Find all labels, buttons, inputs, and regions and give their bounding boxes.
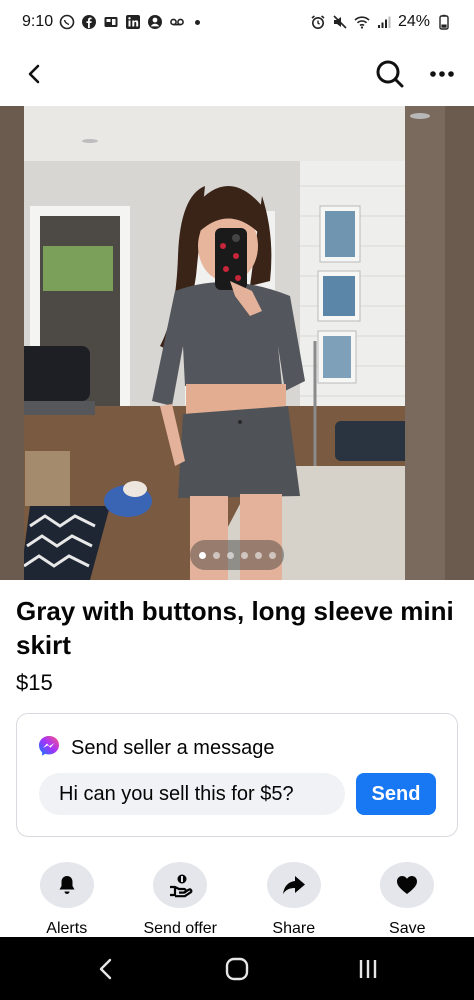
carousel-dot[interactable] bbox=[268, 551, 276, 559]
bell-icon bbox=[39, 862, 94, 908]
linkedin-icon bbox=[125, 14, 141, 30]
listing-title: Gray with buttons, long sleeve mini skir… bbox=[16, 596, 454, 660]
nav-back-icon[interactable] bbox=[76, 944, 136, 994]
send-offer-label: Send offer bbox=[143, 920, 218, 937]
sim-icon bbox=[103, 14, 119, 30]
wifi-icon bbox=[354, 14, 370, 30]
share-icon bbox=[266, 862, 321, 908]
listing-photo[interactable] bbox=[0, 106, 474, 580]
messenger-icon bbox=[37, 734, 61, 763]
alerts-label: Alerts bbox=[46, 920, 88, 937]
battery-icon bbox=[436, 14, 452, 30]
listing-price: $15 bbox=[16, 670, 53, 695]
save-label: Save bbox=[389, 920, 426, 937]
nav-home-icon[interactable] bbox=[207, 944, 267, 994]
status-left: 9:10 bbox=[22, 13, 201, 31]
back-arrow-icon[interactable] bbox=[16, 56, 52, 92]
message-card-title: Send seller a message bbox=[71, 737, 275, 759]
notification-dot bbox=[195, 19, 201, 25]
photo-scene bbox=[0, 106, 474, 580]
app-header bbox=[0, 44, 474, 104]
status-bar: 9:10 24% bbox=[0, 0, 474, 44]
account-icon bbox=[147, 14, 163, 30]
listing-actions: Alerts Send offer Share Save bbox=[0, 862, 474, 938]
signal-icon bbox=[376, 14, 392, 30]
search-icon[interactable] bbox=[372, 56, 408, 92]
save-button[interactable]: Save bbox=[357, 862, 457, 938]
share-label: Share bbox=[272, 920, 316, 937]
send-offer-button[interactable]: Send offer bbox=[130, 862, 230, 938]
alarm-icon bbox=[310, 14, 326, 30]
carousel-dot[interactable] bbox=[254, 551, 262, 559]
header-actions bbox=[372, 56, 460, 92]
share-button[interactable]: Share bbox=[244, 862, 344, 938]
nav-recents-icon[interactable] bbox=[338, 944, 398, 994]
message-input[interactable] bbox=[39, 773, 345, 815]
more-icon[interactable] bbox=[424, 56, 460, 92]
offer-icon bbox=[153, 862, 208, 908]
status-time: 9:10 bbox=[22, 13, 54, 30]
system-nav-bar bbox=[0, 937, 474, 1000]
heart-icon bbox=[380, 862, 435, 908]
carousel-dot[interactable] bbox=[212, 551, 220, 559]
voicemail-icon bbox=[169, 14, 185, 30]
carousel-dot[interactable] bbox=[240, 551, 248, 559]
carousel-dot[interactable] bbox=[198, 551, 206, 559]
message-seller-card: Send seller a message Send bbox=[16, 713, 458, 837]
carousel-indicator[interactable] bbox=[190, 540, 284, 570]
facebook-icon bbox=[81, 14, 97, 30]
battery-percent: 24% bbox=[397, 13, 430, 30]
send-button[interactable]: Send bbox=[356, 773, 436, 815]
alerts-button[interactable]: Alerts bbox=[17, 862, 117, 938]
carousel-dot[interactable] bbox=[226, 551, 234, 559]
status-right: 24% bbox=[310, 13, 452, 31]
mute-icon bbox=[332, 14, 348, 30]
message-card-header: Send seller a message bbox=[37, 734, 274, 763]
whatsapp-icon bbox=[59, 14, 75, 30]
